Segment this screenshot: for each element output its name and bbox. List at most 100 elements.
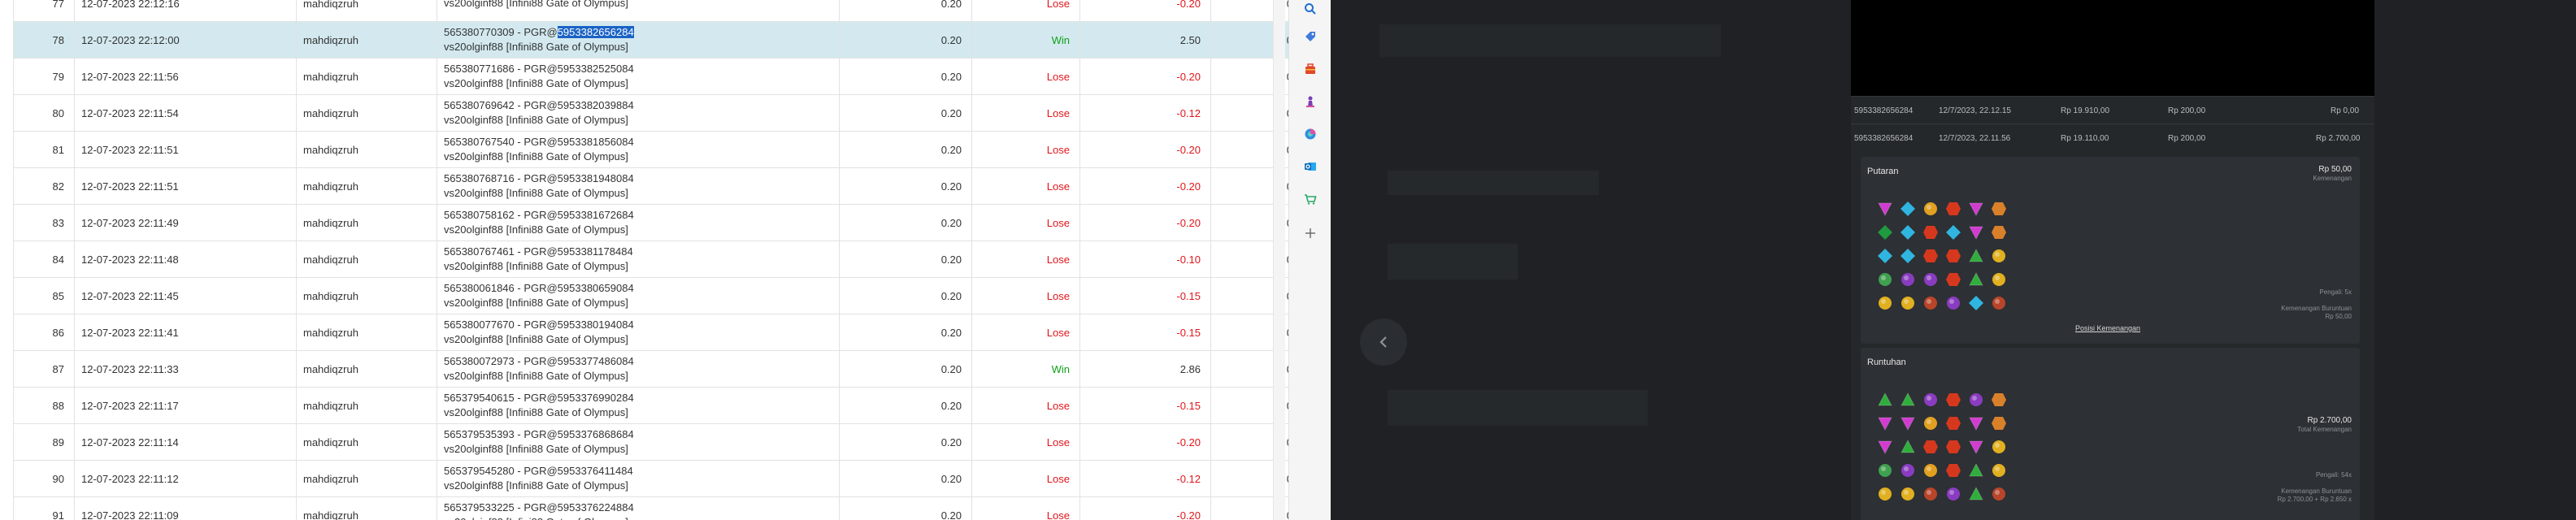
result-cell: Win bbox=[971, 21, 1080, 58]
row-time: 12-07-2023 22:12:00 bbox=[81, 33, 180, 46]
round-win: Rp 2.700,00 bbox=[2316, 134, 2361, 143]
table-row[interactable]: 87 12-07-2023 22:11:33 mahdiqzruh 565380072… bbox=[13, 350, 1288, 388]
user-cell: mahdiqzruh bbox=[296, 423, 437, 461]
row-winloss: 2.50 bbox=[1179, 33, 1201, 46]
game-name: vs20olginf88 [Infini88 Gate of Olympus] bbox=[444, 114, 628, 126]
row-winloss: -0.20 bbox=[1176, 70, 1201, 83]
spin-title: Putaran bbox=[1867, 167, 1899, 176]
game-symbol-icon bbox=[1944, 461, 1963, 480]
chevron-left-icon bbox=[1379, 336, 1387, 348]
winning-position-link[interactable]: Posisi Kemenangan bbox=[2075, 324, 2140, 332]
outlook-icon[interactable] bbox=[1301, 158, 1319, 176]
round-win: Rp 0,00 bbox=[2331, 106, 2360, 115]
tag-icon[interactable] bbox=[1301, 28, 1319, 46]
winloss-cell: -0.15 bbox=[1079, 314, 1211, 351]
user-cell: mahdiqzruh bbox=[296, 167, 437, 205]
row-number-cell: 90 bbox=[13, 460, 75, 497]
cumulative-win-label: Kemenangan Buruntuan bbox=[2281, 488, 2352, 495]
game-name: vs20olginf88 [Infini88 Gate of Olympus] bbox=[444, 260, 628, 272]
table-row[interactable]: 82 12-07-2023 22:11:51 mahdiqzruh 565380768… bbox=[13, 167, 1288, 205]
game-preview bbox=[1851, 0, 2374, 96]
transaction-id: 565380770309 - PGR@ bbox=[444, 26, 558, 38]
cumulative-win-value: Rp 2.700,00 + Rp 2.650 x bbox=[2277, 496, 2352, 503]
row-bet: 0.20 bbox=[940, 436, 962, 448]
add-icon[interactable] bbox=[1301, 224, 1319, 242]
table-row[interactable]: 79 12-07-2023 22:11:56 mahdiqzruh 565380771… bbox=[13, 58, 1288, 95]
game-name: vs20olginf88 [Infini88 Gate of Olympus] bbox=[444, 41, 628, 53]
table-row[interactable]: 78 12-07-2023 22:12:00 mahdiqzruh 565380770… bbox=[13, 21, 1288, 58]
transaction-id: 565380771686 - PGR@5953382525084 bbox=[444, 63, 634, 75]
table-row[interactable]: 90 12-07-2023 22:11:12 mahdiqzruh 565379545… bbox=[13, 460, 1288, 497]
row-user: mahdiqzruh bbox=[303, 472, 358, 485]
winloss-cell: -0.20 bbox=[1079, 423, 1211, 461]
game-name: vs20olginf88 [Infini88 Gate of Olympus] bbox=[444, 77, 628, 89]
table-row[interactable]: 91 12-07-2023 22:11:09 mahdiqzruh 565379533… bbox=[13, 496, 1288, 520]
user-cell: mahdiqzruh bbox=[296, 21, 437, 58]
game-name: vs20olginf88 [Infini88 Gate of Olympus] bbox=[444, 150, 628, 162]
shopping-icon[interactable] bbox=[1301, 190, 1319, 208]
row-winloss: -0.20 bbox=[1176, 216, 1201, 229]
game-symbol-icon bbox=[1898, 390, 1918, 410]
table-row[interactable]: 77 12-07-2023 22:12:16 mahdiqzruh vs20olgin… bbox=[13, 0, 1288, 22]
row-time: 12-07-2023 22:11:09 bbox=[81, 509, 179, 520]
table-row[interactable]: 85 12-07-2023 22:11:45 mahdiqzruh 565380061… bbox=[13, 277, 1288, 314]
time-cell: 12-07-2023 22:11:09 bbox=[74, 496, 297, 520]
row-number-cell: 89 bbox=[13, 423, 75, 461]
chess-icon[interactable] bbox=[1301, 93, 1319, 110]
game-symbol-icon bbox=[1944, 414, 1963, 433]
winloss-cell: -0.15 bbox=[1079, 277, 1211, 314]
browser-sidebar bbox=[1288, 0, 1332, 520]
game-symbol-icon bbox=[1989, 484, 2009, 504]
transaction-id: 565379545280 - PGR@5953376411484 bbox=[444, 465, 633, 477]
result-cell: Lose bbox=[971, 240, 1080, 278]
background-blur-block bbox=[1388, 171, 1599, 195]
user-cell: mahdiqzruh bbox=[296, 58, 437, 95]
user-cell: mahdiqzruh bbox=[296, 131, 437, 168]
result-cell: Lose bbox=[971, 204, 1080, 241]
row-result: Win bbox=[1051, 362, 1070, 375]
game-symbol-icon bbox=[1898, 270, 1918, 289]
search-icon[interactable] bbox=[1301, 0, 1319, 18]
result-cell: Lose bbox=[971, 387, 1080, 424]
row-user: mahdiqzruh bbox=[303, 143, 358, 156]
result-cell: Lose bbox=[971, 0, 1080, 22]
bet-cell: 0.20 bbox=[839, 496, 972, 520]
game-symbol-icon bbox=[1989, 461, 2009, 480]
description-cell: 565380768716 - PGR@5953381948084 vs20olgi… bbox=[437, 167, 840, 205]
row-user: mahdiqzruh bbox=[303, 216, 358, 229]
time-cell: 12-07-2023 22:11:45 bbox=[74, 277, 297, 314]
history-row[interactable]: 5953382656284 12/7/2023, 22.11.56 Rp 19.… bbox=[1851, 124, 2374, 152]
table-row[interactable]: 84 12-07-2023 22:11:48 mahdiqzruh 565380767… bbox=[13, 240, 1288, 278]
history-row[interactable]: 5953382656284 12/7/2023, 22.12.15 Rp 19.… bbox=[1851, 96, 2374, 124]
row-winloss: -0.20 bbox=[1176, 509, 1201, 520]
user-cell: mahdiqzruh bbox=[296, 240, 437, 278]
result-cell: Lose bbox=[971, 423, 1080, 461]
game-symbol-icon bbox=[1944, 484, 1963, 504]
table-row[interactable]: 86 12-07-2023 22:11:41 mahdiqzruh 565380077… bbox=[13, 314, 1288, 351]
row-winloss: -0.20 bbox=[1176, 143, 1201, 156]
toolbox-icon[interactable] bbox=[1301, 60, 1319, 78]
table-row[interactable]: 81 12-07-2023 22:11:51 mahdiqzruh 565380767… bbox=[13, 131, 1288, 168]
game-symbol-icon bbox=[1944, 293, 1963, 313]
game-symbol-icon bbox=[1966, 270, 1986, 289]
transaction-id: 565380758162 - PGR@5953381672684 bbox=[444, 209, 634, 221]
back-button[interactable] bbox=[1360, 318, 1407, 366]
table-row[interactable]: 83 12-07-2023 22:11:49 mahdiqzruh 565380758… bbox=[13, 204, 1288, 241]
time-cell: 12-07-2023 22:11:17 bbox=[74, 387, 297, 424]
row-bet: 0.20 bbox=[940, 70, 962, 83]
round-balance: Rp 19.110,00 bbox=[2061, 134, 2109, 143]
user-cell: mahdiqzruh bbox=[296, 496, 437, 520]
background-blur-block bbox=[1388, 390, 1648, 426]
round-id: 5953382656284 bbox=[1854, 134, 1914, 143]
row-number: 86 bbox=[52, 326, 64, 339]
table-row[interactable]: 88 12-07-2023 22:11:17 mahdiqzruh 565379540… bbox=[13, 387, 1288, 424]
table-row[interactable]: 89 12-07-2023 22:11:14 mahdiqzruh 565379535… bbox=[13, 423, 1288, 461]
description-cell: 565380758162 - PGR@5953381672684 vs20olgi… bbox=[437, 204, 840, 241]
row-user: mahdiqzruh bbox=[303, 33, 358, 46]
copilot-icon[interactable] bbox=[1301, 125, 1319, 143]
table-row[interactable]: 80 12-07-2023 22:11:54 mahdiqzruh 565380769… bbox=[13, 94, 1288, 132]
game-symbol-icon bbox=[1921, 484, 1940, 504]
round-bet: Rp 200,00 bbox=[2168, 134, 2206, 143]
table-scrollbar[interactable] bbox=[1273, 0, 1285, 520]
row-number-cell: 86 bbox=[13, 314, 75, 351]
